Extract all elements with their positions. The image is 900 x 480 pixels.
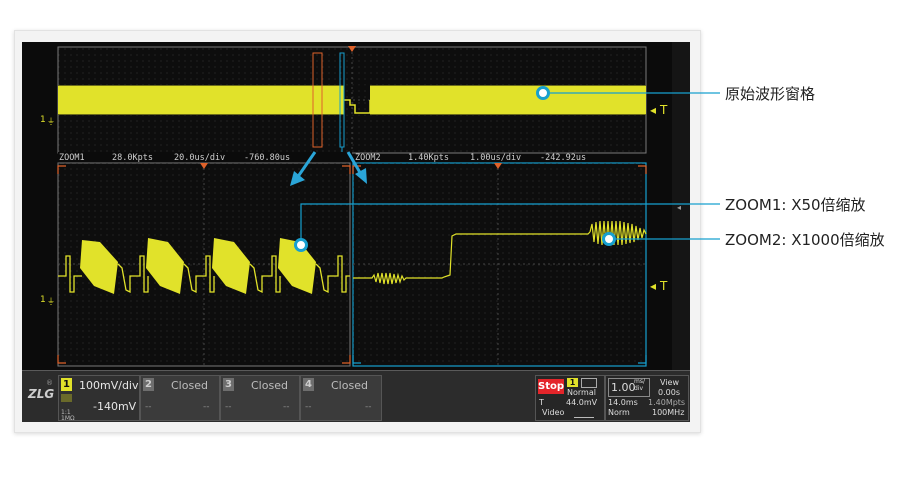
- callout-zoom1-label: ZOOM1: X50倍缩放: [725, 196, 866, 214]
- callout-original: [536, 86, 720, 100]
- callout-zoom2: [602, 232, 720, 246]
- callout-zoom2-label: ZOOM2: X1000倍缩放: [725, 231, 885, 249]
- callout-zoom1: [294, 203, 720, 252]
- callout-original-label: 原始波形窗格: [725, 85, 816, 103]
